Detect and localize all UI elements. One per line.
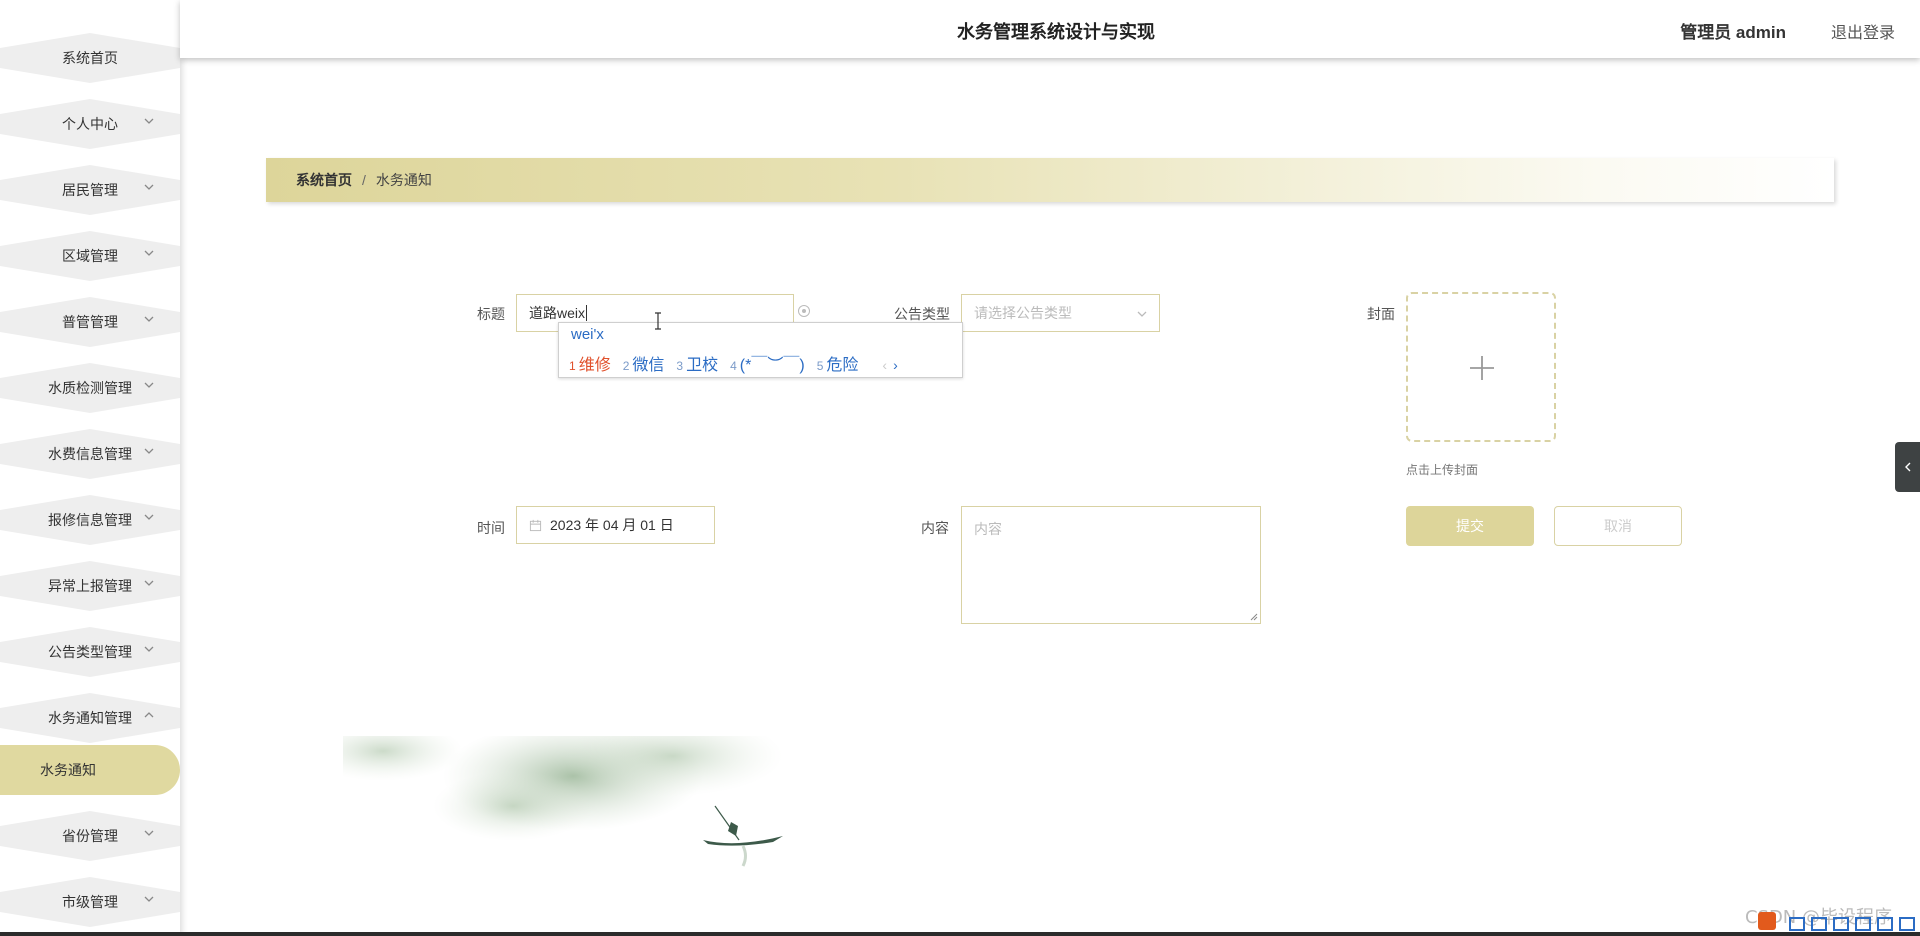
sidebar-item[interactable]: 居民管理 [0,165,180,215]
sidebar-item-label: 公告类型管理 [48,644,132,660]
text-caret [586,305,588,321]
ime-next-page[interactable]: › [893,357,898,373]
sidebar-item[interactable]: 普管管理 [0,297,180,347]
ink-landscape-decoration [343,736,783,867]
content-textarea[interactable]: 内容 [961,506,1261,624]
sidebar-item[interactable]: 水费信息管理 [0,429,180,479]
breadcrumb-home[interactable]: 系统首页 [296,170,352,190]
chevron-down-icon [1137,311,1147,317]
chevron-down-icon [142,576,156,590]
chevron-down-icon [142,510,156,524]
sidebar-item-label: 水务通知管理 [48,710,132,726]
sidebar-subitem-active[interactable]: 水务通知 [0,745,180,795]
sidebar-item-label: 区域管理 [62,248,118,264]
sidebar-item-label: 异常上报管理 [48,578,132,594]
chevron-down-icon [142,642,156,656]
content-label: 内容 [921,520,949,536]
time-label: 时间 [477,520,505,536]
chevron-left-icon [1904,462,1910,472]
chevron-down-icon [142,378,156,392]
sidebar-item[interactable]: 异常上报管理 [0,561,180,611]
breadcrumb-current: 水务通知 [375,172,432,188]
ime-candidate-number: 3 [676,359,684,373]
plus-icon [1470,356,1494,380]
sidebar-item[interactable]: 区域管理 [0,231,180,281]
resize-grip-icon[interactable] [1250,613,1258,621]
ime-prev-page[interactable]: ‹ [882,357,887,373]
app-title: 水务管理系统设计与实现 [957,22,1155,42]
ime-candidate-number: 4 [730,359,737,373]
ime-page-nav[interactable]: ‹ › [882,357,897,373]
sidebar-item[interactable]: 系统首页 [0,33,180,83]
sidebar: 系统首页个人中心居民管理区域管理普管管理水质检测管理 水费信息管理 报修信息管理 异常… [0,0,180,936]
clear-circle-icon[interactable] [797,304,811,318]
ime-candidate-list: 1 维修 2 微信 3 卫校 4 (*￣︶￣) 5 危险 ‹ › [569,351,898,375]
ime-candidate[interactable]: 4 (*￣︶￣) [730,351,805,375]
cover-upload-hint: 点击上传封面 [1406,463,1479,477]
sidebar-item-label: 个人中心 [62,116,118,132]
cancel-button[interactable]: 取消 [1554,506,1682,546]
current-user: 管理员 admin [1680,23,1786,42]
sidebar-item[interactable]: 水务通知管理 [0,693,180,743]
submit-button[interactable]: 提交 [1406,506,1534,546]
type-select-placeholder: 请选择公告类型 [974,305,1072,321]
date-picker[interactable]: 2023 年 04 月 01 日 [516,506,715,544]
ime-candidate-text: 微信 [632,357,665,374]
chevron-down-icon [142,180,156,194]
sidebar-item-label: 水质检测管理 [48,380,132,396]
ime-composition: wei'x [571,326,604,343]
chevron-down-icon [142,114,156,128]
sidebar-item[interactable]: 省份管理 [0,811,180,861]
type-label: 公告类型 [894,306,950,322]
chevron-up-icon [142,708,156,722]
ime-candidate-number: 1 [569,359,576,373]
sidebar-item-label: 普管管理 [62,314,118,330]
content-placeholder: 内容 [974,521,1002,537]
ime-candidate-number: 2 [622,359,630,373]
ime-candidate[interactable]: 3 卫校 [676,351,718,375]
breadcrumb-separator: / [362,172,366,188]
chevron-down-icon [142,444,156,458]
chevron-down-icon [142,826,156,840]
ime-candidate-popup: wei'x 1 维修 2 微信 3 卫校 4 (*￣︶￣) 5 危险 ‹ › [558,322,963,378]
ime-candidate[interactable]: 2 微信 [623,351,665,375]
logout-link[interactable]: 退出登录 [1831,19,1895,43]
sidebar-item-label: 居民管理 [62,182,118,198]
chevron-down-icon [142,246,156,260]
title-input-value: 道路weix [529,305,586,321]
sidebar-item-label: 市级管理 [62,894,118,910]
sidebar-item-label: 报修信息管理 [48,512,132,528]
chevron-down-icon [142,892,156,906]
title-label: 标题 [477,306,505,322]
text-cursor-icon [655,312,661,330]
ime-candidate[interactable]: 1 维修 [569,351,611,375]
ime-candidate-text: (*￣︶￣) [739,357,805,374]
ime-candidate-number: 5 [816,359,824,373]
date-value: 2023 年 04 月 01 日 [550,517,674,533]
type-select[interactable]: 请选择公告类型 [961,294,1160,332]
sidebar-item[interactable]: 报修信息管理 [0,495,180,545]
screen-bottom-edge [0,932,1920,936]
sidebar-item-label: 系统首页 [62,50,118,66]
sidebar-item-label: 水费信息管理 [48,446,132,462]
ime-candidate-text: 危险 [826,357,859,374]
breadcrumb: 系统首页 / 水务通知 [266,158,1834,202]
collapse-handle[interactable] [1895,442,1920,492]
sidebar-item[interactable]: 个人中心 [0,99,180,149]
cover-label: 封面 [1367,306,1395,322]
sidebar-item-label: 省份管理 [62,828,118,844]
header: 水务管理系统设计与实现 管理员 admin 退出登录 [180,0,1920,58]
sidebar-item[interactable]: 市级管理 [0,877,180,927]
ime-candidate-text: 卫校 [686,357,719,374]
sidebar-item[interactable]: 公告类型管理 [0,627,180,677]
sidebar-item[interactable]: 水质检测管理 [0,363,180,413]
ime-candidate[interactable]: 5 危险 [817,351,859,375]
cover-upload[interactable] [1406,292,1556,442]
ime-candidate-text: 维修 [578,357,611,374]
calendar-icon [529,519,542,531]
chevron-down-icon [142,312,156,326]
